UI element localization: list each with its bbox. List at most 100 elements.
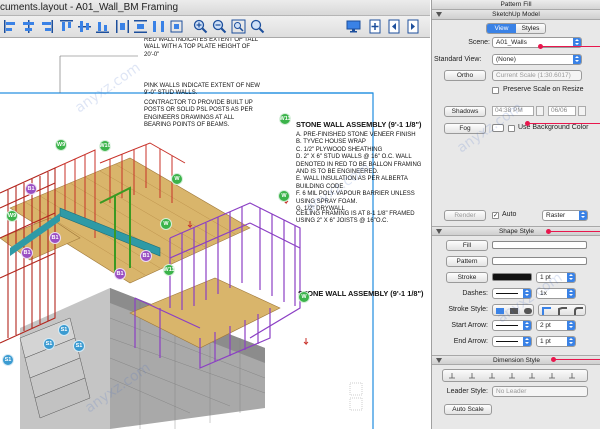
render-mode-select[interactable]: Raster [542,210,588,221]
stroke-button[interactable]: Stroke [446,272,488,283]
fill-color-swatch[interactable] [492,241,587,249]
tab-view[interactable]: View [487,24,516,33]
time-stepper[interactable] [536,106,544,116]
detail-crosses [349,382,363,411]
sketchup-model-header[interactable]: SketchUp Model [432,10,600,20]
dashes-label: Dashes: [462,290,488,297]
document-window: cuments.layout - A01_Wall_BM Framing RED… [0,0,430,429]
current-scale-select[interactable]: Current Scale (1:30.6017) [492,70,582,81]
callout-line [527,123,600,124]
inspector-panel: Pattern Fill SketchUp Model View Styles … [431,0,600,429]
auto-scale-button[interactable]: Auto Scale [444,404,492,415]
stroke-width-select[interactable]: 1 pt [536,272,576,283]
beam-tag[interactable]: B1 [114,268,126,280]
beam-tag[interactable]: B1 [49,232,61,244]
wall-tag[interactable]: W [171,173,183,185]
start-arrow-size-select[interactable]: 2 pt [536,320,576,331]
disclosure-triangle-icon[interactable] [436,229,442,234]
presentation-icon[interactable] [345,18,362,35]
stone-wall-assembly-title: STONE WALL ASSEMBLY (9'-1 1/8") [296,120,422,129]
popup-arrows-icon [567,321,575,330]
popup-arrows-icon [523,321,531,330]
beam-tag[interactable]: B1 [21,247,33,259]
standard-view-select[interactable]: (None) [492,54,582,65]
end-arrow-size-select[interactable]: 1 pt [536,336,576,347]
document-titlebar: cuments.layout - A01_Wall_BM Framing [0,0,430,16]
popup-arrows-icon [523,289,531,298]
dash-scale-select[interactable]: 1x [536,288,576,299]
end-arrow-select[interactable] [492,336,532,347]
popup-arrows-icon [579,211,587,220]
shadow-date-field[interactable]: 06/06 [548,106,576,116]
center-page-icon[interactable] [168,18,185,35]
beam-tag[interactable]: B1 [25,183,37,195]
pattern-button[interactable]: Pattern [446,256,488,267]
ortho-button[interactable]: Ortho [444,70,486,81]
distribute-vertical-icon[interactable] [132,18,149,35]
stone-wall-assembly-title-2: STONE WALL ASSEMBLY (9'-1 1/8") [298,289,424,298]
note-red-wall: RED WALL INDICATES EXTENT OF TALL WALL W… [144,38,259,58]
leader-style-select[interactable]: No Leader [492,386,588,397]
beam-tag[interactable]: B1 [140,250,152,262]
window-title: cuments.layout - A01_Wall_BM Framing [0,2,179,13]
callout-line [548,231,600,232]
wall-tag[interactable]: W [278,190,290,202]
stroke-color-swatch[interactable] [492,273,532,281]
leader-style-label: Leader Style: [446,388,488,395]
next-page-icon[interactable] [405,18,422,35]
auto-render-label: Auto [502,211,517,218]
disclosure-triangle-icon[interactable] [436,358,442,363]
post-tag[interactable]: S1 [58,324,70,336]
zoom-out-icon[interactable] [211,18,228,35]
wall-tag[interactable]: W11 [279,113,291,125]
sketchup-model-section: View Styles Scene: A01_Walls Standard Vi… [432,20,600,221]
dimension-text-position-segment[interactable] [442,369,588,382]
wall-tag[interactable]: W10 [99,140,111,152]
fill-button[interactable]: Fill [446,240,488,251]
distribute-horizontal-icon[interactable] [114,18,131,35]
tab-styles[interactable]: Styles [516,24,545,33]
shadow-time-field[interactable]: 04:38 PM [492,106,534,116]
align-bottom-icon[interactable] [94,18,111,35]
wall-tag[interactable]: W9 [6,210,18,222]
stroke-join-segment[interactable] [538,304,586,316]
wall-tag[interactable]: W [298,291,310,303]
align-center-icon[interactable] [20,18,37,35]
previous-page-icon[interactable] [386,18,403,35]
post-tag[interactable]: S1 [2,354,14,366]
start-arrow-select[interactable] [492,320,532,331]
zoom-fit-icon[interactable] [230,18,247,35]
document-canvas[interactable]: RED WALL INDICATES EXTENT OF TALL WALL W… [0,38,430,429]
start-arrow-label: Start Arrow: [451,322,488,329]
wall-tag[interactable]: W [160,218,172,230]
pattern-swatch[interactable] [492,257,587,265]
popup-arrows-icon [523,337,531,346]
align-left-icon[interactable] [2,18,19,35]
auto-render-checkbox[interactable]: ✓ [492,212,499,219]
pattern-fill-header[interactable]: Pattern Fill [432,0,600,10]
zoom-in-icon[interactable] [192,18,209,35]
dash-pattern-select[interactable] [492,288,532,299]
disclosure-triangle-icon[interactable] [436,12,442,17]
render-button[interactable]: Render [444,210,486,221]
post-tag[interactable]: S1 [73,340,85,352]
zoom-actual-icon[interactable] [249,18,266,35]
note-ceiling-framing: CEILING FRAMING IS AT 8-1 1/8" FRAMED US… [296,211,415,225]
date-stepper[interactable] [578,106,586,116]
add-page-icon[interactable] [367,18,384,35]
fog-color-swatch[interactable] [492,124,504,132]
preserve-scale-checkbox[interactable] [492,87,499,94]
use-background-color-checkbox[interactable] [508,125,515,132]
alignment-toolbar [0,16,430,38]
align-top-icon[interactable] [58,18,75,35]
wall-tag[interactable]: W11 [163,264,175,276]
wall-tag[interactable]: W9 [55,139,67,151]
align-middle-icon[interactable] [76,18,93,35]
space-evenly-icon[interactable] [150,18,167,35]
fog-button[interactable]: Fog [444,123,486,134]
stroke-cap-segment[interactable] [492,304,534,316]
shadows-button[interactable]: Shadows [444,106,486,117]
align-right-icon[interactable] [38,18,55,35]
post-tag[interactable]: S1 [43,338,55,350]
dimension-style-header[interactable]: Dimension Style [432,355,600,365]
